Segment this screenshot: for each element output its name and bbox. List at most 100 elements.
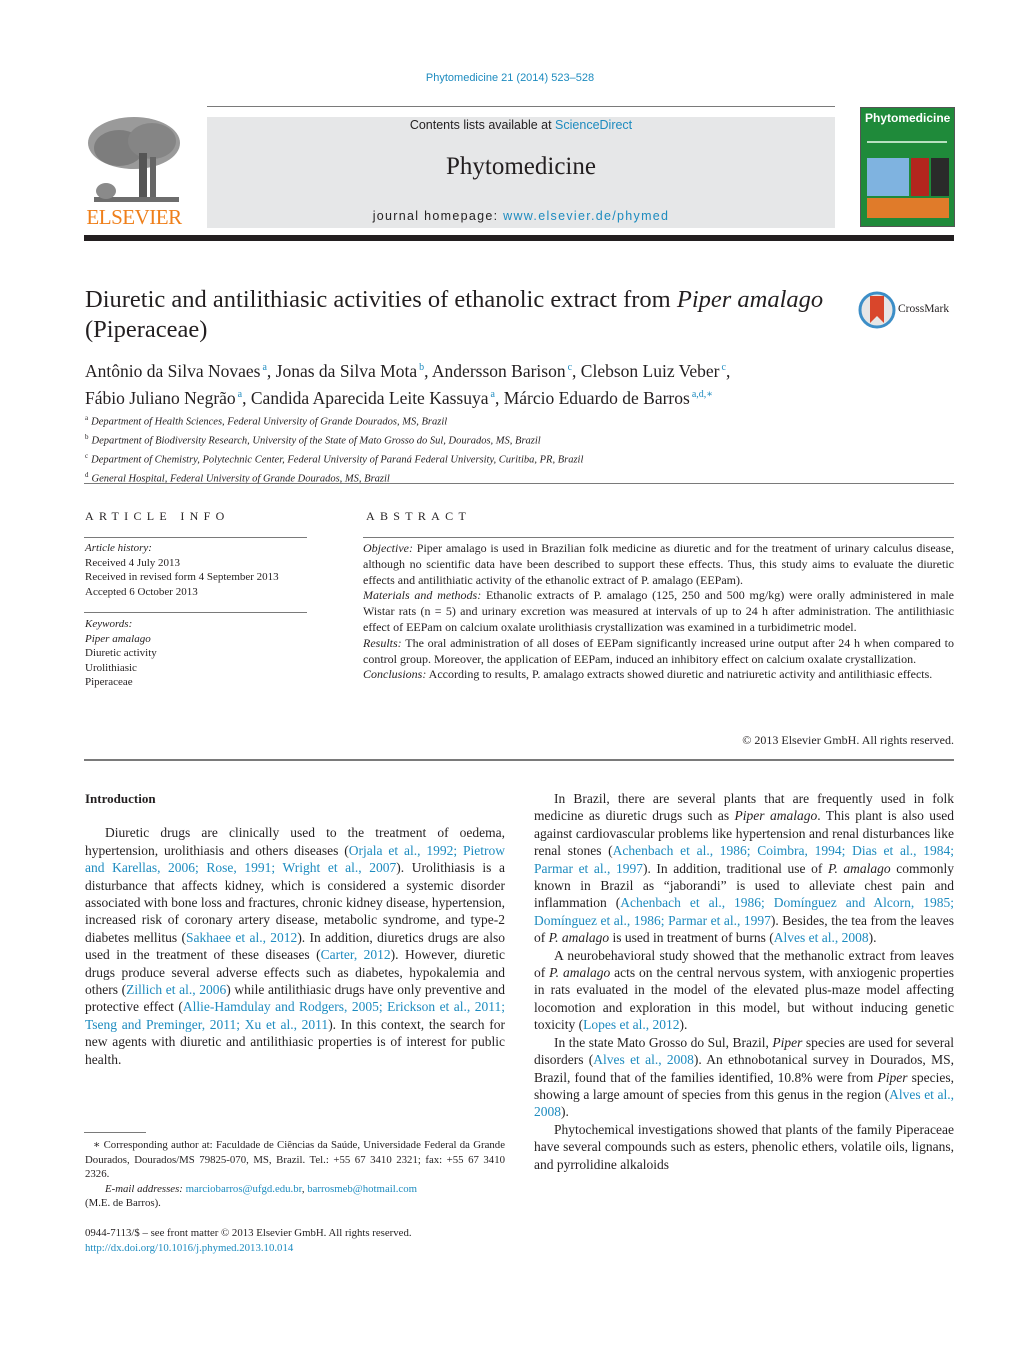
text-run: ). bbox=[868, 930, 877, 946]
cover-diagram bbox=[867, 198, 949, 218]
author-name: Antônio da Silva Novaes bbox=[85, 360, 261, 381]
keywords-label: Keywords: bbox=[85, 618, 133, 630]
homepage-line: journal homepage: www.elsevier.de/phymed bbox=[207, 209, 835, 223]
species-name: P. amalago bbox=[548, 930, 610, 946]
affiliation: a Department of Health Sciences, Federal … bbox=[85, 411, 955, 430]
affiliation: b Department of Biodiversity Research, Un… bbox=[85, 430, 955, 449]
citation-link[interactable]: Alves et al., 2008 bbox=[593, 1052, 694, 1067]
author-separator: , bbox=[266, 360, 276, 381]
author-separator: , bbox=[424, 360, 432, 381]
header-thick-divider bbox=[84, 235, 954, 241]
author-affiliation-marker[interactable]: a,d,∗ bbox=[692, 389, 713, 400]
divider bbox=[363, 537, 954, 538]
author-separator: , bbox=[725, 360, 731, 381]
affiliation-key: b bbox=[85, 433, 89, 441]
crossmark-icon bbox=[858, 291, 896, 329]
divider bbox=[84, 537, 307, 538]
author-separator: , bbox=[572, 360, 581, 381]
sciencedirect-link[interactable]: ScienceDirect bbox=[555, 118, 632, 132]
author-name: Fábio Juliano Negrão bbox=[85, 387, 236, 408]
abstract-conclusions: Conclusions: According to results, P. am… bbox=[363, 667, 933, 682]
affiliation-key: a bbox=[85, 414, 89, 422]
text-run: ). bbox=[561, 1104, 569, 1120]
body-paragraph: In the state Mato Grosso do Sul, Brazil,… bbox=[534, 1034, 954, 1121]
contents-line: Contents lists available at ScienceDirec… bbox=[207, 118, 835, 132]
citation-link[interactable]: Lopes et al., 2012 bbox=[583, 1017, 679, 1032]
keyword: Piper amalago bbox=[85, 632, 151, 645]
doi-link[interactable]: http://dx.doi.org/10.1016/j.phymed.2013.… bbox=[85, 1241, 505, 1256]
journal-name: Phytomedicine bbox=[446, 153, 596, 180]
front-matter-text: 0944-7113/$ – see front matter © 2013 El… bbox=[85, 1227, 412, 1239]
citation-link[interactable]: Carter, 2012 bbox=[321, 947, 391, 962]
email-owner: (M.E. de Barros). bbox=[85, 1197, 161, 1210]
author-name: Márcio Eduardo de Barros bbox=[503, 387, 690, 408]
affiliation: c Department of Chemistry, Polytechnic Ce… bbox=[85, 449, 955, 468]
email-link-2[interactable]: barrosmeb@hotmail.com bbox=[307, 1183, 417, 1195]
abstract-body: Objective: Piper amalago is used in Braz… bbox=[363, 541, 954, 683]
text-run: In the state Mato Grosso do Sul, Brazil, bbox=[554, 1034, 773, 1050]
email-line: E-mail addresses: marciobarros@ufgd.edu.… bbox=[105, 1182, 418, 1195]
author-separator: , bbox=[494, 387, 504, 408]
affiliation-text: Department of Health Sciences, Federal U… bbox=[91, 416, 448, 428]
affiliation-list: a Department of Health Sciences, Federal … bbox=[85, 411, 955, 487]
affiliation: d General Hospital, Federal University of… bbox=[85, 468, 955, 487]
cover-heatmap bbox=[911, 158, 929, 196]
citation-link[interactable]: Sakhaee et al., 2012 bbox=[186, 930, 297, 945]
text-run: is used in treatment of burns ( bbox=[609, 930, 774, 946]
article-info-heading: ARTICLE INFO bbox=[85, 509, 230, 523]
journal-cover-image[interactable]: Phytomedicine bbox=[860, 107, 955, 227]
species-name: Piper amalago bbox=[734, 808, 818, 824]
species-name: Piper bbox=[877, 1069, 908, 1085]
homepage-link[interactable]: www.elsevier.de/phymed bbox=[503, 209, 669, 223]
homepage-prefix: journal homepage: bbox=[372, 209, 504, 223]
tree-icon bbox=[88, 117, 180, 202]
title-species: Piper amalago bbox=[676, 286, 824, 313]
body-paragraph: In Brazil, there are several plants that… bbox=[534, 790, 954, 947]
abstract-results: Results: The oral administration of all … bbox=[363, 635, 954, 666]
body-paragraph: Phytochemical investigations showed that… bbox=[534, 1121, 954, 1173]
text-run: Phytochemical investigations showed that… bbox=[534, 1121, 954, 1172]
article-title: Diuretic and antilithiasic activities of… bbox=[85, 285, 825, 345]
author-name: Clebson Luiz Veber bbox=[580, 360, 720, 381]
elsevier-wordmark[interactable]: ELSEVIER bbox=[84, 205, 184, 230]
corresponding-author-footnote: ∗ Corresponding author at: Faculdade de … bbox=[85, 1138, 505, 1211]
email-link-1[interactable]: marciobarros@ufgd.edu.br bbox=[186, 1183, 302, 1195]
divider bbox=[84, 483, 954, 484]
citation-link[interactable]: Alves et al., 2008 bbox=[774, 930, 869, 945]
cover-text-line bbox=[867, 141, 947, 143]
section-heading-introduction: Introduction bbox=[85, 791, 156, 806]
text-run: ). bbox=[679, 1017, 688, 1033]
title-part-1: Diuretic and antilithiasic activities of… bbox=[85, 286, 677, 313]
body-column-right: In Brazil, there are several plants that… bbox=[534, 790, 954, 1173]
abstract-methods: Materials and methods: Ethanolic extract… bbox=[363, 588, 954, 634]
journal-citation-link[interactable]: Phytomedicine 21 (2014) 523–528 bbox=[0, 72, 1020, 84]
affiliation-key: d bbox=[85, 471, 89, 479]
divider bbox=[84, 759, 954, 761]
front-matter: 0944-7113/$ – see front matter © 2013 El… bbox=[85, 1226, 505, 1255]
species-name: P. amalago bbox=[827, 860, 891, 876]
abstract-copyright: © 2013 Elsevier GmbH. All rights reserve… bbox=[742, 733, 954, 747]
accepted-date: Accepted 6 October 2013 bbox=[85, 585, 198, 598]
revised-date: Received in revised form 4 September 201… bbox=[85, 571, 279, 583]
author-list: Antônio da Silva Novaes a, Jonas da Silva… bbox=[85, 356, 955, 410]
history-label: Article history: bbox=[85, 542, 152, 554]
keywords-block: Keywords: Piper amalago Diuretic activit… bbox=[85, 617, 307, 690]
citation-link[interactable]: Zillich et al., 2006 bbox=[126, 982, 226, 997]
article-history: Article history: Received 4 July 2013 Re… bbox=[85, 541, 307, 599]
crossmark-button[interactable]: CrossMark bbox=[858, 291, 958, 329]
author-separator: , bbox=[242, 387, 251, 408]
header-divider bbox=[207, 106, 835, 107]
affiliation-text: Department of Chemistry, Polytechnic Cen… bbox=[91, 454, 584, 466]
keyword: Diuretic activity bbox=[85, 647, 157, 659]
body-paragraph: Diuretic drugs are clinically used to th… bbox=[85, 824, 505, 1068]
abstract-heading: ABSTRACT bbox=[366, 509, 472, 523]
footnote-divider bbox=[84, 1132, 146, 1133]
abstract-objective: Objective: Piper amalago is used in Braz… bbox=[363, 541, 954, 587]
divider bbox=[84, 612, 307, 613]
species-name: Piper bbox=[772, 1034, 803, 1050]
species-name: P. amalago bbox=[549, 965, 611, 981]
crossmark-label: CrossMark bbox=[898, 303, 950, 315]
title-part-2: (Piperaceae) bbox=[85, 316, 208, 343]
cover-heatmap-dark bbox=[931, 158, 949, 196]
text-run: ). In addition, traditional use of bbox=[642, 860, 828, 876]
